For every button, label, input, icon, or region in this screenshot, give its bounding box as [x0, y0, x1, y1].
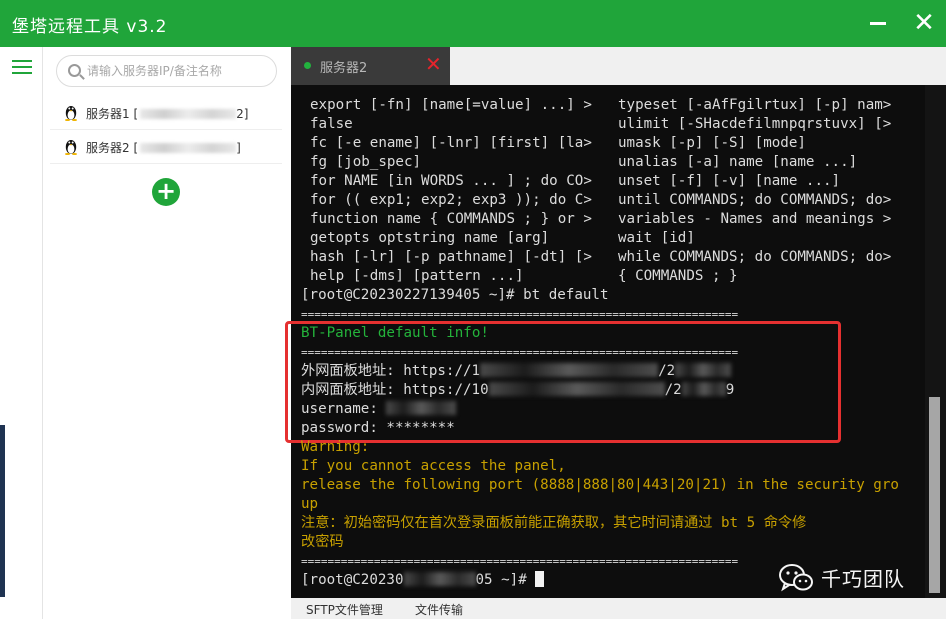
server-ip-suffix: ]: [236, 141, 241, 155]
warning-line: release the following port (8888|888|80|…: [301, 477, 899, 493]
redacted-ip: [140, 143, 237, 153]
bottom-panel-tabs: SFTP文件管理 文件传输: [291, 598, 946, 619]
highlight-box: [285, 321, 841, 443]
tab-server2[interactable]: 服务器2 ✕: [291, 47, 450, 85]
terminal-separator: ========================================…: [301, 555, 739, 568]
prompt-start: [root@C20230: [301, 572, 404, 588]
linux-tux-icon: [65, 106, 77, 121]
add-server-button[interactable]: +: [152, 178, 180, 206]
wechat-icon: [779, 564, 813, 592]
close-tab-icon[interactable]: ✕: [425, 53, 442, 75]
search-icon: [68, 64, 81, 77]
search-input[interactable]: [87, 61, 272, 81]
terminal-cursor: [535, 571, 545, 587]
redacted-hostname: [403, 572, 476, 586]
terminal-line: getopts optstring name [arg]: [310, 230, 550, 246]
warning-line: If you cannot access the panel,: [301, 458, 566, 474]
warning-line: Warning:: [301, 439, 370, 455]
prompt-end: 05 ~]#: [475, 572, 536, 588]
warning-line: up: [301, 496, 319, 512]
terminal-line: help [-dms] [pattern ...]: [310, 268, 524, 284]
tab-file-transfer[interactable]: 文件传输: [415, 601, 463, 618]
terminal-line: hash [-lr] [-p pathname] [-dt] [>: [310, 249, 592, 265]
server-ip-suffix: 2]: [236, 107, 249, 121]
notice-line: 注意：初始密码仅在首次登录面板前能正确获取，其它时间请通过 bt 5 命令修: [301, 515, 807, 531]
terminal-line: export [-fn] [name[=value] ...] >: [310, 97, 592, 113]
terminal-line: until COMMANDS; do COMMANDS; do>: [618, 192, 892, 208]
hamburger-menu-icon[interactable]: [12, 59, 32, 75]
terminal-line: wait [id]: [618, 230, 695, 246]
terminal-scrollbar[interactable]: [925, 85, 946, 598]
terminal-line: unset [-f] [-v] [name ...]: [618, 173, 841, 189]
terminal-prompt: [root@C20230 05 ~]#: [301, 571, 545, 590]
session-tab-bar: 服务器2 ✕: [291, 47, 946, 85]
close-icon[interactable]: ✕: [910, 9, 938, 37]
terminal-line: while COMMANDS; do COMMANDS; do>: [618, 249, 892, 265]
connection-status-dot: [304, 62, 311, 69]
scrollbar-thumb[interactable]: [929, 397, 940, 593]
server-sidebar: 服务器1 [ 2] 服务器2 [] +: [44, 47, 291, 619]
terminal-line: variables - Names and meanings >: [618, 211, 892, 227]
terminal-line: false: [310, 116, 353, 132]
search-box[interactable]: [56, 55, 277, 87]
server-name: 服务器2 [: [86, 141, 139, 155]
terminal-line: function name { COMMANDS ; } or >: [310, 211, 592, 227]
terminal-line: for NAME [in WORDS ... ] ; do CO>: [310, 173, 592, 189]
terminal-line: ulimit [-SHacdefilmnpqrstuvx] [>: [618, 116, 892, 132]
terminal-line: unalias [-a] name [name ...]: [618, 154, 858, 170]
terminal-line: fc [-e ename] [-lnr] [first] [la>: [310, 135, 592, 151]
tab-label: 服务器2: [320, 61, 368, 76]
terminal-line: { COMMANDS ; }: [618, 268, 738, 284]
background-window-edge: [0, 425, 5, 597]
terminal-line: for (( exp1; exp2; exp3 )); do C>: [310, 192, 592, 208]
watermark-text: 千巧团队: [821, 567, 905, 591]
redacted-ip: [140, 109, 237, 119]
app-title: 堡塔远程工具 v3.2: [12, 17, 168, 37]
terminal-command-line: [root@C20230227139405 ~]# bt default: [301, 287, 609, 303]
left-toolbar: [0, 47, 43, 619]
terminal-line: typeset [-aAfFgilrtux] [-p] nam>: [618, 97, 892, 113]
terminal-line: fg [job_spec]: [310, 154, 422, 170]
server-list-item[interactable]: 服务器1 [ 2]: [50, 96, 282, 130]
minimize-icon[interactable]: [870, 22, 886, 25]
title-bar: 堡塔远程工具 v3.2 ✕: [0, 0, 946, 47]
tab-sftp-file-manager[interactable]: SFTP文件管理: [306, 601, 383, 618]
linux-tux-icon: [65, 140, 77, 155]
notice-line: 改密码: [301, 534, 344, 550]
server-list-item[interactable]: 服务器2 []: [50, 130, 282, 164]
terminal-line: umask [-p] [-S] [mode]: [618, 135, 806, 151]
server-name: 服务器1 [: [86, 107, 139, 121]
terminal-output[interactable]: export [-fn] [name[=value] ...] > false …: [285, 85, 946, 598]
